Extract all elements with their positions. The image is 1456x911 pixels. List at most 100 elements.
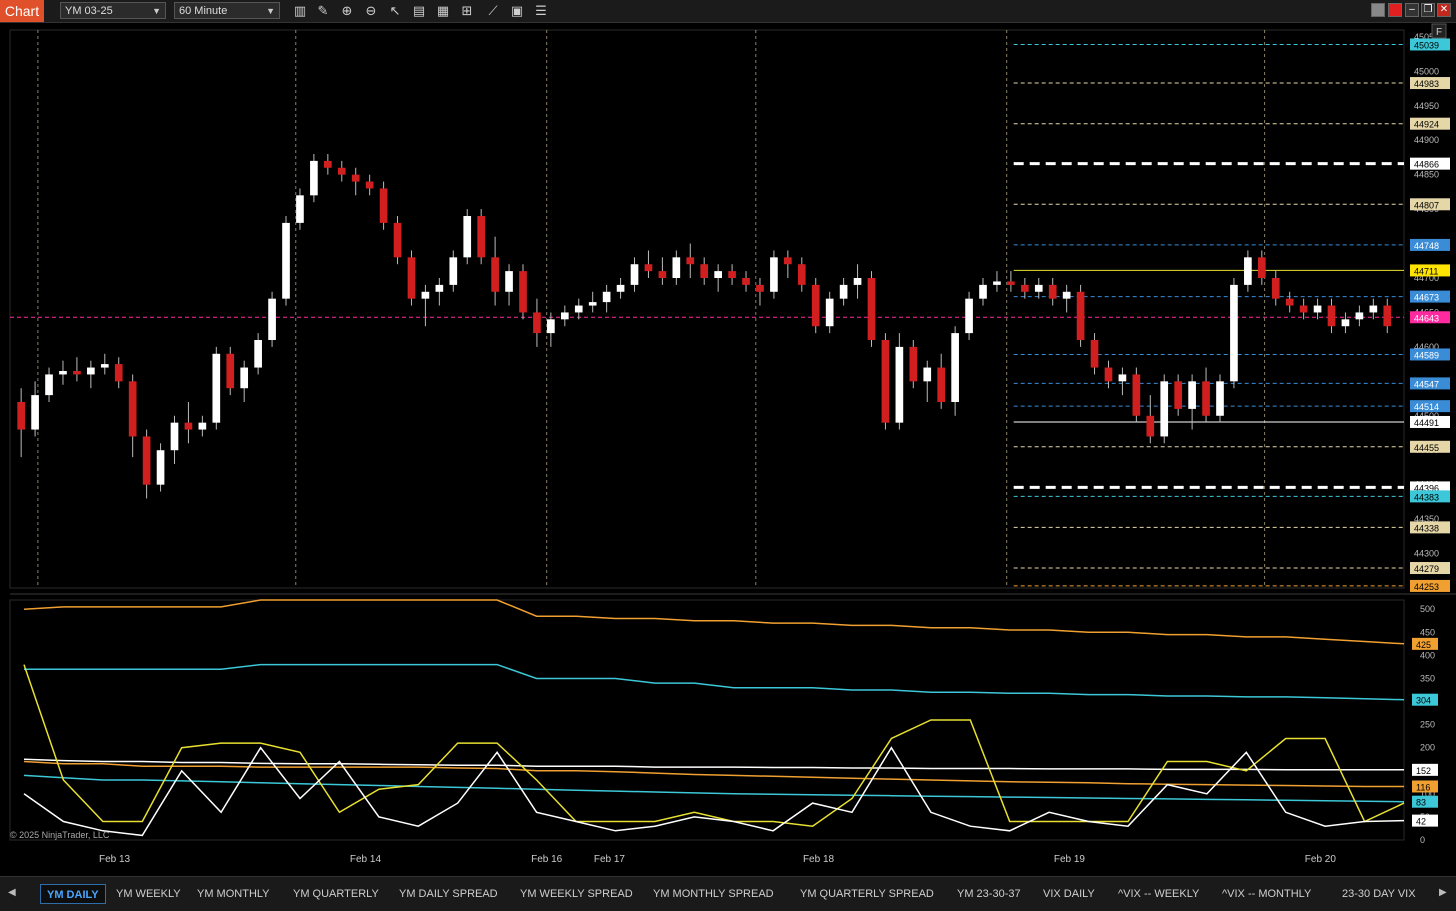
- tab-vix-daily[interactable]: VIX DAILY: [1043, 884, 1095, 904]
- tab-ym-weekly-spread[interactable]: YM WEEKLY SPREAD: [520, 884, 633, 904]
- tab-ym-weekly[interactable]: YM WEEKLY: [116, 884, 181, 904]
- candle-body: [784, 257, 792, 265]
- candle-body: [156, 450, 165, 485]
- candle-body: [574, 305, 583, 313]
- indicators-icon[interactable]: ⊞: [458, 2, 476, 20]
- chart-svg[interactable]: 4505045000449504490044850448004475044700…: [0, 22, 1456, 870]
- bar-type-icon[interactable]: ▥: [291, 2, 309, 20]
- tab-scroll-right-icon[interactable]: ▶: [1439, 887, 1447, 898]
- chart-area[interactable]: 4505045000449504490044850448004475044700…: [0, 22, 1456, 870]
- zoom-in-icon[interactable]: ⊕: [338, 2, 356, 20]
- chart-title-tab[interactable]: Chart: [0, 0, 44, 22]
- minimize-icon[interactable]: –: [1405, 3, 1419, 17]
- candle-body: [1132, 374, 1141, 416]
- candle-body: [407, 257, 416, 299]
- candle-body: [1271, 278, 1280, 299]
- tab-23-30-day-vix[interactable]: 23-30 DAY VIX: [1342, 884, 1416, 904]
- candle-body: [393, 222, 402, 258]
- price-marker-label: 44983: [1414, 79, 1439, 89]
- price-marker-label: 44643: [1414, 313, 1439, 323]
- price-marker-label: 44383: [1414, 492, 1439, 502]
- candle-body: [31, 395, 39, 430]
- time-axis-label: Feb 14: [350, 854, 382, 865]
- candle-body: [853, 278, 862, 285]
- zoom-out-icon[interactable]: ⊖: [362, 2, 380, 20]
- candle-body: [979, 284, 987, 299]
- tab-ym-quarterly-spread[interactable]: YM QUARTERLY SPREAD: [800, 884, 934, 904]
- restore-icon[interactable]: ❐: [1421, 3, 1435, 17]
- panel-options-label: F: [1436, 27, 1442, 38]
- candle-body: [1076, 291, 1085, 340]
- candle-body: [1369, 305, 1378, 313]
- red-square-icon[interactable]: [1388, 3, 1402, 17]
- candle-body: [797, 264, 806, 285]
- candle-body: [435, 284, 444, 292]
- tab-ym-monthly-spread[interactable]: YM MONTHLY SPREAD: [653, 884, 774, 904]
- candle-body: [1160, 381, 1169, 437]
- indicator-tick-label: 200: [1420, 743, 1435, 753]
- candle-body: [128, 381, 137, 437]
- properties-icon[interactable]: ▤: [410, 2, 428, 20]
- candle-body: [519, 271, 527, 313]
- candle-body: [463, 216, 472, 258]
- data-box-icon[interactable]: ▣: [508, 2, 526, 20]
- candle-body: [1118, 374, 1127, 382]
- templates-icon[interactable]: ▦: [434, 2, 452, 20]
- tab-vix-weekly[interactable]: ^VIX -- WEEKLY: [1118, 884, 1199, 904]
- tab-ym-monthly[interactable]: YM MONTHLY: [197, 884, 270, 904]
- candle-body: [588, 302, 597, 306]
- candle-body: [1257, 257, 1266, 278]
- price-tick-label: 44850: [1414, 170, 1439, 180]
- tab-ym-daily-spread[interactable]: YM DAILY SPREAD: [399, 884, 498, 904]
- indicator-panel-frame: [9, 599, 1405, 841]
- candle-body: [1034, 284, 1043, 292]
- candle-body: [1355, 312, 1364, 320]
- pointer-icon[interactable]: ↖: [386, 2, 404, 20]
- instrument-select[interactable]: YM 03-25 ▼: [60, 2, 166, 19]
- copyright-text: © 2025 NinjaTrader, LLC: [10, 830, 110, 840]
- candle-body: [268, 298, 276, 340]
- tab-ym-23-30-37[interactable]: YM 23-30-37: [957, 884, 1021, 904]
- list-icon[interactable]: ☰: [532, 2, 550, 20]
- time-axis-label: Feb 17: [594, 854, 626, 865]
- price-marker-label: 44491: [1414, 418, 1439, 428]
- candle-body: [240, 367, 249, 389]
- candle-body: [1285, 298, 1294, 306]
- price-tick-label: 44950: [1414, 101, 1439, 111]
- indicator-marker-label: 83: [1416, 798, 1426, 808]
- price-marker-label: 44338: [1414, 523, 1439, 533]
- candle-body: [1007, 281, 1015, 285]
- indicator-tick-label: 0: [1420, 835, 1425, 845]
- candle-body: [937, 367, 946, 402]
- draw-pencil-icon[interactable]: ✎: [314, 2, 332, 20]
- tab-ym-quarterly[interactable]: YM QUARTERLY: [293, 884, 379, 904]
- candle-body: [811, 284, 820, 327]
- candle-body: [1313, 305, 1322, 313]
- tab-vix-monthly[interactable]: ^VIX -- MONTHLY: [1222, 884, 1311, 904]
- interval-value: 60 Minute: [179, 5, 228, 17]
- candle-body: [170, 422, 179, 451]
- candle-body: [909, 346, 918, 382]
- candle-body: [1216, 381, 1224, 416]
- tab-scroll-left-icon[interactable]: ◀: [8, 887, 16, 898]
- candle-body: [296, 195, 304, 223]
- price-marker-label: 44455: [1414, 443, 1439, 453]
- grey-square-icon[interactable]: [1371, 3, 1385, 17]
- price-marker-label: 44924: [1414, 120, 1439, 130]
- candle-body: [1202, 381, 1210, 416]
- candle-body: [1090, 340, 1099, 368]
- candle-body: [323, 160, 332, 168]
- candle-body: [700, 264, 709, 278]
- price-tick-label: 45000: [1414, 66, 1439, 76]
- tab-ym-daily[interactable]: YM DAILY: [40, 884, 106, 904]
- strategies-icon[interactable]: ⟋: [484, 2, 502, 20]
- indicator-marker-label: 152: [1416, 766, 1431, 776]
- time-axis-label: Feb 19: [1054, 854, 1086, 865]
- interval-select[interactable]: 60 Minute ▼: [174, 2, 280, 19]
- candle-body: [282, 222, 290, 299]
- candle-body: [756, 284, 764, 292]
- chevron-down-icon: ▼: [266, 6, 275, 16]
- close-icon[interactable]: ✕: [1437, 3, 1451, 17]
- candle-body: [1299, 305, 1308, 313]
- candle-body: [658, 271, 667, 278]
